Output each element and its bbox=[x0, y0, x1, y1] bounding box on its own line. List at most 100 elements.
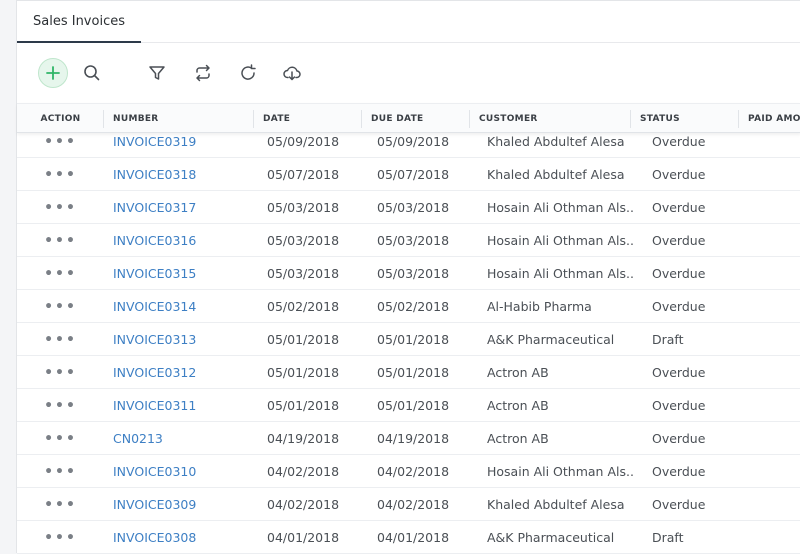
column-header-number[interactable]: NUMBER bbox=[104, 104, 254, 134]
repeat-button[interactable] bbox=[188, 58, 218, 88]
invoice-status: Draft bbox=[652, 530, 684, 545]
invoice-customer: Hosain Ali Othman Als... bbox=[487, 233, 633, 248]
invoice-number-link[interactable]: INVOICE0318 bbox=[113, 158, 253, 191]
invoice-date: 05/01/2018 bbox=[267, 398, 340, 413]
row-actions-button[interactable]: ••• bbox=[17, 455, 104, 488]
column-header-date[interactable]: DATE bbox=[254, 104, 362, 134]
column-header-paid-amount[interactable]: PAID AMOU bbox=[739, 104, 800, 134]
invoice-status: Overdue bbox=[652, 365, 706, 380]
table-row[interactable]: ••• CN0213 04/19/2018 04/19/2018 Actron AB Ov… bbox=[17, 422, 800, 455]
invoice-date: 05/07/2018 bbox=[267, 167, 340, 182]
more-horizontal-icon: ••• bbox=[44, 133, 77, 150]
sales-invoices-panel: Sales Invoices ••• INVOICE0319 05/09/2018 0… bbox=[16, 0, 800, 554]
row-actions-button[interactable]: ••• bbox=[17, 290, 104, 323]
invoice-status: Overdue bbox=[652, 497, 706, 512]
row-actions-button[interactable]: ••• bbox=[17, 158, 104, 191]
row-actions-button[interactable]: ••• bbox=[17, 521, 104, 554]
invoice-due-date: 05/01/2018 bbox=[377, 398, 450, 413]
more-horizontal-icon: ••• bbox=[44, 397, 77, 414]
invoice-customer: Actron AB bbox=[487, 398, 549, 413]
invoice-status: Overdue bbox=[652, 299, 706, 314]
more-horizontal-icon: ••• bbox=[44, 199, 77, 216]
invoice-due-date: 05/02/2018 bbox=[377, 299, 450, 314]
more-horizontal-icon: ••• bbox=[44, 298, 77, 315]
add-button[interactable] bbox=[38, 58, 68, 88]
more-horizontal-icon: ••• bbox=[44, 331, 77, 348]
invoice-date: 05/03/2018 bbox=[267, 200, 340, 215]
table-row[interactable]: ••• INVOICE0308 04/01/2018 04/01/2018 A&K Ph… bbox=[17, 521, 800, 554]
invoice-customer: Al-Habib Pharma bbox=[487, 299, 592, 314]
invoice-status: Overdue bbox=[652, 398, 706, 413]
row-actions-button[interactable]: ••• bbox=[17, 323, 104, 356]
more-horizontal-icon: ••• bbox=[44, 232, 77, 249]
invoice-customer: Hosain Ali Othman Als... bbox=[487, 464, 633, 479]
invoice-number-link[interactable]: INVOICE0313 bbox=[113, 323, 253, 356]
invoice-number-link[interactable]: CN0213 bbox=[113, 422, 253, 455]
column-header-due-date[interactable]: DUE DATE bbox=[362, 104, 470, 134]
table-row[interactable]: ••• INVOICE0318 05/07/2018 05/07/2018 Khaled… bbox=[17, 158, 800, 191]
column-header-customer[interactable]: CUSTOMER bbox=[470, 104, 631, 134]
invoice-number-link[interactable]: INVOICE0308 bbox=[113, 521, 253, 554]
invoice-number-link[interactable]: INVOICE0312 bbox=[113, 356, 253, 389]
invoice-customer: Hosain Ali Othman Als... bbox=[487, 200, 633, 215]
invoice-status: Overdue bbox=[652, 200, 706, 215]
table-row[interactable]: ••• INVOICE0313 05/01/2018 05/01/2018 A&K Ph… bbox=[17, 323, 800, 356]
more-horizontal-icon: ••• bbox=[44, 364, 77, 381]
more-horizontal-icon: ••• bbox=[44, 496, 77, 513]
row-actions-button[interactable]: ••• bbox=[17, 356, 104, 389]
table-row[interactable]: ••• INVOICE0317 05/03/2018 05/03/2018 Hosain… bbox=[17, 191, 800, 224]
table-row[interactable]: ••• INVOICE0316 05/03/2018 05/03/2018 Hosain… bbox=[17, 224, 800, 257]
invoice-customer: A&K Pharmaceutical bbox=[487, 332, 615, 347]
refresh-button[interactable] bbox=[233, 58, 263, 88]
tab-sales-invoices[interactable]: Sales Invoices bbox=[17, 1, 141, 43]
download-button[interactable] bbox=[277, 58, 307, 88]
more-horizontal-icon: ••• bbox=[44, 265, 77, 282]
tab-bar: Sales Invoices bbox=[17, 1, 800, 43]
row-actions-button[interactable]: ••• bbox=[17, 224, 104, 257]
more-horizontal-icon: ••• bbox=[44, 463, 77, 480]
row-actions-button[interactable]: ••• bbox=[17, 191, 104, 224]
invoice-date: 05/02/2018 bbox=[267, 299, 340, 314]
invoice-number-link[interactable]: INVOICE0315 bbox=[113, 257, 253, 290]
table-row[interactable]: ••• INVOICE0311 05/01/2018 05/01/2018 Actron… bbox=[17, 389, 800, 422]
table-row[interactable]: ••• INVOICE0310 04/02/2018 04/02/2018 Hosain… bbox=[17, 455, 800, 488]
invoice-status: Overdue bbox=[652, 167, 706, 182]
invoice-due-date: 05/03/2018 bbox=[377, 233, 450, 248]
column-header-status[interactable]: STATUS bbox=[631, 104, 739, 134]
invoice-number-link[interactable]: INVOICE0310 bbox=[113, 455, 253, 488]
invoice-number-link[interactable]: INVOICE0317 bbox=[113, 191, 253, 224]
invoice-status: Overdue bbox=[652, 464, 706, 479]
toolbar bbox=[17, 43, 800, 103]
row-actions-button[interactable]: ••• bbox=[17, 422, 104, 455]
invoice-date: 04/02/2018 bbox=[267, 497, 340, 512]
invoice-due-date: 04/02/2018 bbox=[377, 464, 450, 479]
invoice-customer: Khaled Abdultef Alesa bbox=[487, 497, 625, 512]
table-row[interactable]: ••• INVOICE0314 05/02/2018 05/02/2018 Al-Hab… bbox=[17, 290, 800, 323]
more-horizontal-icon: ••• bbox=[44, 166, 77, 183]
invoice-number-link[interactable]: INVOICE0314 bbox=[113, 290, 253, 323]
invoice-due-date: 05/01/2018 bbox=[377, 365, 450, 380]
invoice-number-link[interactable]: INVOICE0311 bbox=[113, 389, 253, 422]
table-row[interactable]: ••• INVOICE0309 04/02/2018 04/02/2018 Khaled… bbox=[17, 488, 800, 521]
invoice-due-date: 05/01/2018 bbox=[377, 332, 450, 347]
invoice-date: 05/01/2018 bbox=[267, 365, 340, 380]
repeat-icon bbox=[196, 64, 210, 82]
invoice-customer: A&K Pharmaceutical bbox=[487, 530, 615, 545]
table-row[interactable]: ••• INVOICE0312 05/01/2018 05/01/2018 Actron… bbox=[17, 356, 800, 389]
invoice-table-body: ••• INVOICE0319 05/09/2018 05/09/2018 Khaled… bbox=[17, 125, 800, 554]
column-header-action[interactable]: ACTION bbox=[17, 104, 104, 134]
invoice-number-link[interactable]: INVOICE0309 bbox=[113, 488, 253, 521]
invoice-date: 05/01/2018 bbox=[267, 332, 340, 347]
invoice-due-date: 05/03/2018 bbox=[377, 266, 450, 281]
search-icon bbox=[84, 65, 100, 81]
search-button[interactable] bbox=[77, 58, 107, 88]
invoice-date: 04/01/2018 bbox=[267, 530, 340, 545]
row-actions-button[interactable]: ••• bbox=[17, 389, 104, 422]
filter-button[interactable] bbox=[142, 58, 172, 88]
invoice-customer: Actron AB bbox=[487, 431, 549, 446]
row-actions-button[interactable]: ••• bbox=[17, 488, 104, 521]
table-row[interactable]: ••• INVOICE0315 05/03/2018 05/03/2018 Hosain… bbox=[17, 257, 800, 290]
row-actions-button[interactable]: ••• bbox=[17, 257, 104, 290]
invoice-customer: Actron AB bbox=[487, 365, 549, 380]
invoice-number-link[interactable]: INVOICE0316 bbox=[113, 224, 253, 257]
